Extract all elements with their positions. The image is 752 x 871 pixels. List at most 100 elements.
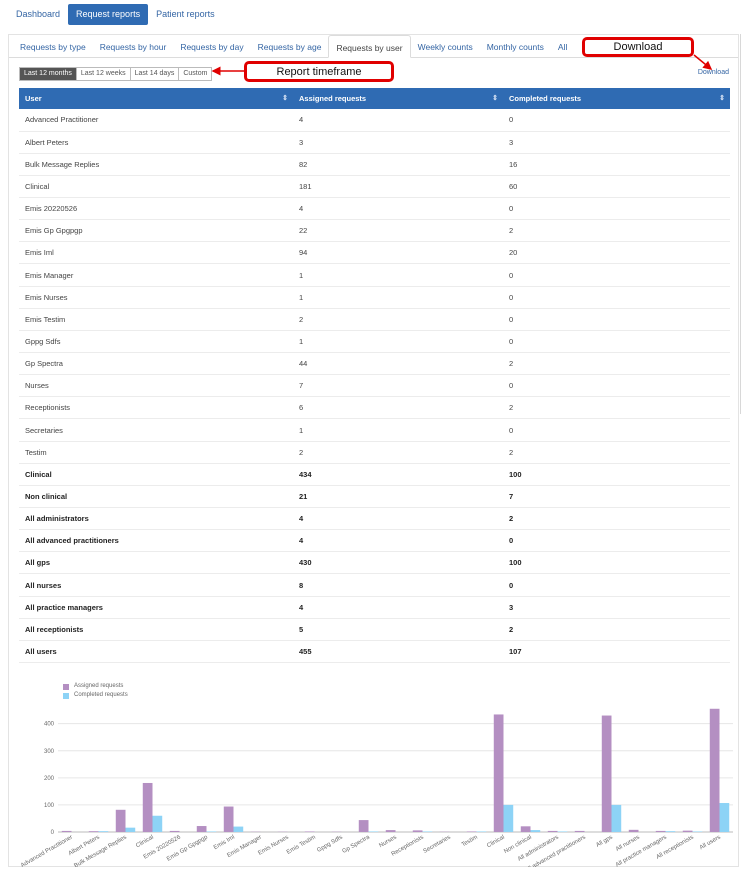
cell-user: Emis Iml: [19, 241, 293, 265]
cell-completed: 3: [503, 596, 730, 619]
bar-assigned: [493, 714, 504, 832]
cell-assigned: 4: [293, 507, 503, 531]
cell-completed: 100: [503, 463, 730, 486]
cell-user: Receptionists: [19, 396, 293, 420]
bar-assigned: [61, 830, 72, 832]
x-tick-label: Gp Spectra: [342, 834, 372, 855]
cell-assigned: 2: [293, 308, 503, 331]
cell-user: Clinical: [19, 463, 293, 486]
legend-label: Assigned requests: [74, 683, 124, 689]
timeframe-last-12-weeks[interactable]: Last 12 weeks: [75, 68, 130, 80]
bar-completed: [719, 803, 730, 832]
timeframe-last-14-days[interactable]: Last 14 days: [129, 68, 179, 80]
y-tick-label: 200: [44, 776, 55, 782]
cell-user: Bulk Message Replies: [19, 153, 293, 176]
legend-assigned[interactable]: Assigned requests: [63, 682, 128, 691]
table-row: All administrators 4 2: [19, 507, 730, 531]
bar-completed: [665, 831, 676, 832]
tab-requests-by-day[interactable]: Requests by day: [173, 35, 250, 58]
cell-completed: 16: [503, 153, 730, 176]
cell-user: Clinical: [19, 175, 293, 199]
cell-assigned: 1: [293, 286, 503, 309]
tab-weekly-counts[interactable]: Weekly counts: [411, 35, 480, 58]
bar-assigned: [628, 829, 639, 832]
tab-requests-by-type[interactable]: Requests by type: [13, 35, 93, 58]
cell-completed: 0: [503, 263, 730, 287]
col-completed-label: Completed requests: [509, 94, 582, 103]
cell-user: Non clinical: [19, 485, 293, 509]
bar-completed: [422, 831, 433, 832]
cell-assigned: 3: [293, 131, 503, 154]
bar-completed: [503, 804, 514, 832]
y-tick-label: 100: [44, 803, 55, 809]
cell-assigned: 4: [293, 197, 503, 221]
bar-completed: [611, 804, 622, 832]
table-row: All advanced practitioners 4 0: [19, 529, 730, 553]
x-tick-label: Testim: [461, 835, 479, 849]
bar-assigned: [142, 782, 153, 832]
table-row: All users 455 107: [19, 640, 730, 664]
timeframe-selector: Last 12 months Last 12 weeks Last 14 day…: [19, 67, 213, 81]
table-row: Non clinical 21 7: [19, 485, 730, 509]
tab-requests-by-user[interactable]: Requests by user: [328, 35, 411, 58]
bar-assigned: [223, 806, 234, 832]
nav-request-reports[interactable]: Request reports: [68, 4, 149, 25]
cell-completed: 3: [503, 131, 730, 154]
table-header-row: User ⇕ Assigned requests ⇕ Completed reque…: [19, 88, 730, 109]
table-row: Secretaries 1 0: [19, 418, 730, 442]
cell-assigned: 21: [293, 485, 503, 509]
col-completed[interactable]: Completed requests ⇕: [503, 88, 730, 109]
cell-assigned: 4: [293, 596, 503, 619]
table-row: Gppg Sdfs 1 0: [19, 330, 730, 354]
cell-user: Emis Manager: [19, 263, 293, 287]
cell-completed: 0: [503, 308, 730, 331]
bar-completed: [98, 831, 109, 832]
cell-assigned: 434: [293, 463, 503, 486]
cell-user: All administrators: [19, 507, 293, 531]
bar-assigned: [358, 820, 369, 832]
timeframe-last-12-months[interactable]: Last 12 months: [20, 68, 76, 80]
cell-completed: 0: [503, 573, 730, 597]
cell-user: Emis Testim: [19, 308, 293, 331]
cell-completed: 0: [503, 197, 730, 221]
tab-all[interactable]: All: [551, 35, 574, 58]
x-tick-label: All gps: [595, 835, 614, 849]
bar-assigned: [520, 826, 531, 832]
cell-user: All nurses: [19, 573, 293, 597]
download-link[interactable]: Download: [698, 69, 729, 76]
cell-assigned: 5: [293, 618, 503, 641]
cell-user: Advanced Practitioner: [19, 109, 293, 132]
tab-requests-by-age[interactable]: Requests by age: [251, 35, 329, 58]
legend-completed[interactable]: Completed requests: [63, 691, 128, 700]
x-tick-label: Nurses: [378, 835, 397, 850]
timeframe-custom[interactable]: Custom: [178, 68, 212, 80]
bar-assigned: [88, 831, 99, 832]
col-assigned[interactable]: Assigned requests ⇕: [293, 88, 503, 109]
cell-completed: 2: [503, 219, 730, 243]
tab-monthly-counts[interactable]: Monthly counts: [480, 35, 551, 58]
cell-completed: 0: [503, 418, 730, 442]
cell-assigned: 7: [293, 374, 503, 398]
col-user[interactable]: User ⇕: [19, 88, 293, 109]
table-row: All gps 430 100: [19, 551, 730, 575]
cell-completed: 2: [503, 441, 730, 464]
cell-completed: 0: [503, 529, 730, 553]
cell-user: All practice managers: [19, 596, 293, 619]
table-row: Nurses 7 0: [19, 374, 730, 398]
table-row: Emis Manager 1 0: [19, 263, 730, 287]
table-row: Emis 20220526 4 0: [19, 197, 730, 221]
x-tick-label: Gppg Sdfs: [316, 835, 344, 854]
download-callout: Download: [582, 37, 694, 57]
tab-requests-by-hour[interactable]: Requests by hour: [93, 35, 174, 58]
bar-chart-svg: 0100200300400Advanced PractitionerAlbert…: [20, 708, 733, 871]
table-row: Emis Testim 2 0: [19, 308, 730, 331]
cell-assigned: 44: [293, 352, 503, 376]
nav-dashboard[interactable]: Dashboard: [8, 4, 68, 25]
x-tick-label: All practice managers: [615, 835, 668, 867]
nav-patient-reports[interactable]: Patient reports: [148, 4, 223, 25]
scrollbar-track: [740, 34, 741, 414]
bar-completed: [692, 831, 703, 832]
bar-assigned: [115, 809, 126, 832]
cell-assigned: 6: [293, 396, 503, 420]
sort-icon: ⇕: [492, 95, 498, 102]
